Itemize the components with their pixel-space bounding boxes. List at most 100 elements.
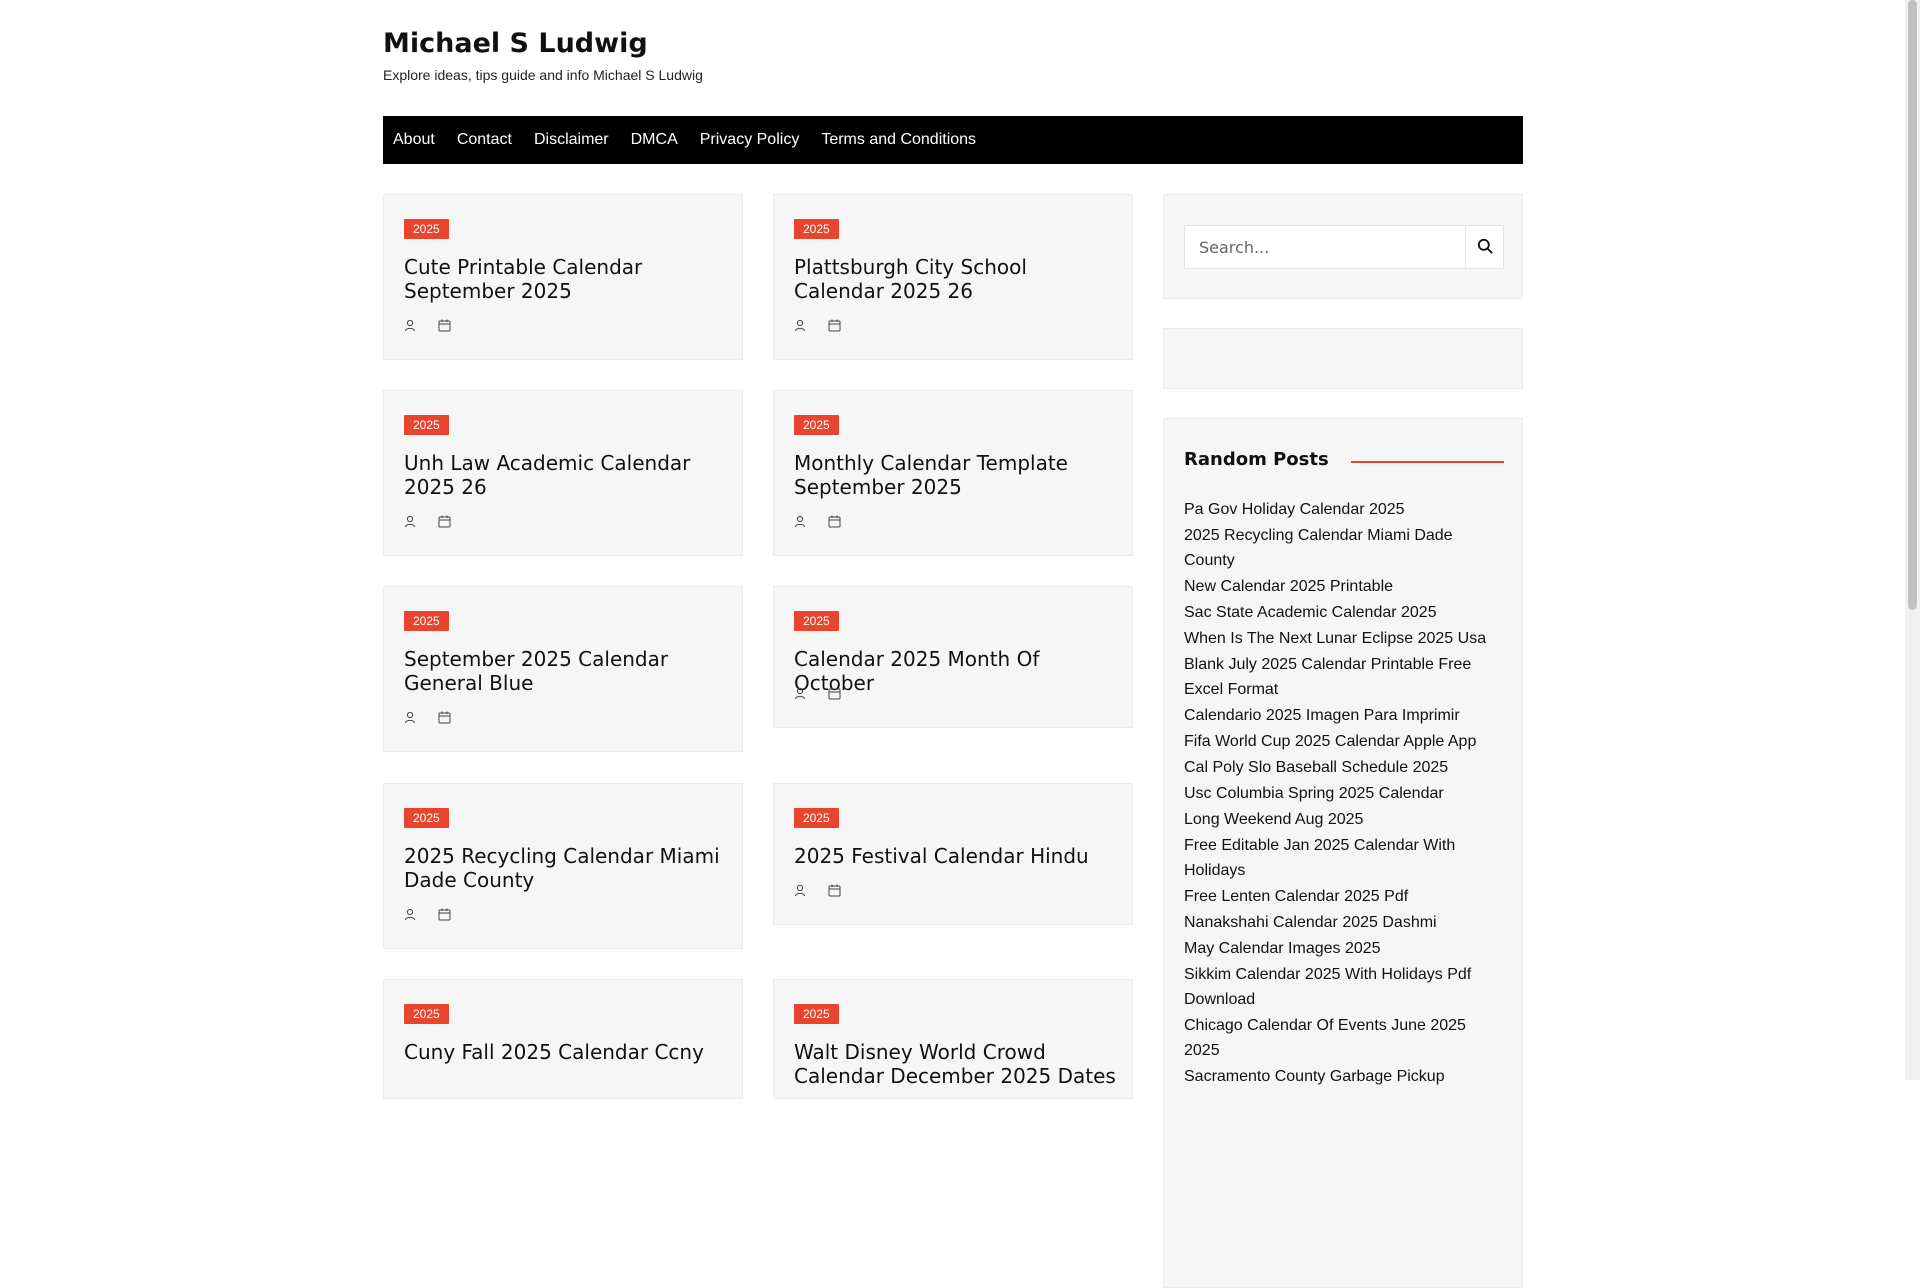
category-tag[interactable]: 2025 — [794, 611, 839, 631]
random-post-link[interactable]: Pa Gov Holiday Calendar 2025 — [1184, 501, 1405, 518]
list-item: Usc Columbia Spring 2025 Calendar — [1184, 781, 1504, 806]
widget-title: Random Posts — [1184, 449, 1329, 470]
list-item: Pa Gov Holiday Calendar 2025 — [1184, 497, 1504, 522]
category-tag[interactable]: 2025 — [404, 415, 449, 435]
random-post-link[interactable]: Sikkim Calendar 2025 With Holidays Pdf D… — [1184, 966, 1471, 1008]
post-title[interactable]: Plattsburgh City School Calendar 2025 26 — [794, 255, 1116, 303]
post-title[interactable]: Unh Law Academic Calendar 2025 26 — [404, 451, 726, 499]
calendar-icon — [438, 515, 451, 528]
user-icon — [794, 515, 806, 528]
random-post-link[interactable]: Fifa World Cup 2025 Calendar Apple App — [1184, 733, 1476, 750]
post-title[interactable]: September 2025 Calendar General Blue — [404, 647, 726, 695]
post-card: 2025 Walt Disney World Crowd Calendar De… — [773, 979, 1133, 1099]
post-title[interactable]: Cuny Fall 2025 Calendar Ccny — [404, 1040, 726, 1064]
list-item: Free Editable Jan 2025 Calendar With Hol… — [1184, 833, 1504, 883]
list-item: When Is The Next Lunar Eclipse 2025 Usa — [1184, 626, 1504, 651]
user-icon — [794, 319, 806, 332]
random-post-link[interactable]: Sacramento County Garbage Pickup — [1184, 1068, 1445, 1085]
calendar-icon — [828, 687, 841, 700]
random-post-link[interactable]: Long Weekend Aug 2025 — [1184, 811, 1363, 828]
search-button[interactable] — [1465, 226, 1503, 268]
nav-dmca[interactable]: DMCA — [621, 131, 690, 149]
search-form — [1184, 225, 1504, 269]
nav-contact[interactable]: Contact — [447, 131, 524, 149]
widget-header: Random Posts — [1184, 449, 1504, 470]
search-input[interactable] — [1185, 226, 1465, 268]
post-card: 2025 Plattsburgh City School Calendar 20… — [773, 194, 1133, 360]
post-title[interactable]: 2025 Recycling Calendar Miami Dade Count… — [404, 844, 726, 892]
empty-widget — [1163, 328, 1523, 389]
calendar-icon — [438, 711, 451, 724]
random-post-link[interactable]: 2025 Recycling Calendar Miami Dade Count… — [1184, 527, 1453, 569]
list-item: Calendario 2025 Imagen Para Imprimir — [1184, 703, 1504, 728]
calendar-icon — [828, 515, 841, 528]
list-item: 2025 Recycling Calendar Miami Dade Count… — [1184, 523, 1504, 573]
post-card: 2025 2025 Recycling Calendar Miami Dade … — [383, 783, 743, 949]
site-description: Explore ideas, tips guide and info Micha… — [383, 67, 703, 83]
post-title[interactable]: Cute Printable Calendar September 2025 — [404, 255, 726, 303]
random-post-link[interactable]: Sac State Academic Calendar 2025 — [1184, 604, 1437, 621]
calendar-icon — [438, 319, 451, 332]
category-tag[interactable]: 2025 — [794, 219, 839, 239]
post-card: 2025 Unh Law Academic Calendar 2025 26 — [383, 390, 743, 556]
category-tag[interactable]: 2025 — [404, 219, 449, 239]
category-tag[interactable]: 2025 — [794, 415, 839, 435]
list-item: Blank July 2025 Calendar Printable Free … — [1184, 652, 1504, 702]
nav-privacy-policy[interactable]: Privacy Policy — [690, 131, 812, 149]
list-item: New Calendar 2025 Printable — [1184, 574, 1504, 599]
site-title[interactable]: Michael S Ludwig — [383, 28, 648, 59]
post-card: 2025 Cute Printable Calendar September 2… — [383, 194, 743, 360]
random-post-link[interactable]: Cal Poly Slo Baseball Schedule 2025 — [1184, 759, 1448, 776]
search-widget — [1163, 194, 1523, 299]
random-post-link[interactable]: Chicago Calendar Of Events June 2025 202… — [1184, 1017, 1466, 1059]
user-icon — [404, 515, 416, 528]
random-posts-list: Pa Gov Holiday Calendar 2025 2025 Recycl… — [1184, 497, 1504, 1090]
nav-terms-and-conditions[interactable]: Terms and Conditions — [811, 131, 988, 149]
post-title[interactable]: 2025 Festival Calendar Hindu — [794, 844, 1116, 868]
random-post-link[interactable]: New Calendar 2025 Printable — [1184, 578, 1393, 595]
scrollbar[interactable] — [1905, 0, 1920, 1080]
post-card: 2025 Cuny Fall 2025 Calendar Ccny — [383, 979, 743, 1099]
nav-disclaimer[interactable]: Disclaimer — [524, 131, 621, 149]
post-meta — [404, 908, 451, 921]
list-item: May Calendar Images 2025 — [1184, 936, 1504, 961]
main-nav: About Contact Disclaimer DMCA Privacy Po… — [383, 116, 1523, 164]
random-post-link[interactable]: Blank July 2025 Calendar Printable Free … — [1184, 656, 1471, 698]
post-title[interactable]: Monthly Calendar Template September 2025 — [794, 451, 1116, 499]
title-divider — [1350, 460, 1504, 463]
list-item: Cal Poly Slo Baseball Schedule 2025 — [1184, 755, 1504, 780]
category-tag[interactable]: 2025 — [404, 611, 449, 631]
post-meta — [794, 884, 841, 897]
category-tag[interactable]: 2025 — [794, 1004, 839, 1024]
category-tag[interactable]: 2025 — [404, 1004, 449, 1024]
post-card: 2025 September 2025 Calendar General Blu… — [383, 586, 743, 752]
user-icon — [404, 711, 416, 724]
random-post-link[interactable]: Free Lenten Calendar 2025 Pdf — [1184, 888, 1408, 905]
random-post-link[interactable]: Usc Columbia Spring 2025 Calendar — [1184, 785, 1444, 802]
user-icon — [404, 908, 416, 921]
post-meta — [404, 711, 451, 724]
post-card: 2025 Monthly Calendar Template September… — [773, 390, 1133, 556]
random-post-link[interactable]: Calendario 2025 Imagen Para Imprimir — [1184, 707, 1460, 724]
random-post-link[interactable]: May Calendar Images 2025 — [1184, 940, 1381, 957]
category-tag[interactable]: 2025 — [794, 808, 839, 828]
search-icon — [1477, 238, 1493, 257]
category-tag[interactable]: 2025 — [404, 808, 449, 828]
post-card: 2025 Calendar 2025 Month Of October — [773, 586, 1133, 728]
nav-about[interactable]: About — [383, 131, 447, 149]
post-meta — [794, 319, 841, 332]
scrollbar-thumb[interactable] — [1908, 0, 1917, 610]
post-title[interactable]: Calendar 2025 Month Of October — [794, 647, 1116, 695]
list-item: Free Lenten Calendar 2025 Pdf — [1184, 884, 1504, 909]
random-post-link[interactable]: When Is The Next Lunar Eclipse 2025 Usa — [1184, 630, 1486, 647]
calendar-icon — [828, 884, 841, 897]
random-post-link[interactable]: Free Editable Jan 2025 Calendar With Hol… — [1184, 837, 1455, 879]
post-meta — [404, 515, 451, 528]
post-meta — [794, 687, 841, 700]
random-post-link[interactable]: Nanakshahi Calendar 2025 Dashmi — [1184, 914, 1437, 931]
list-item: Sac State Academic Calendar 2025 — [1184, 600, 1504, 625]
post-meta — [404, 319, 451, 332]
list-item: Chicago Calendar Of Events June 2025 202… — [1184, 1013, 1504, 1063]
post-title[interactable]: Walt Disney World Crowd Calendar Decembe… — [794, 1040, 1116, 1088]
post-card: 2025 2025 Festival Calendar Hindu — [773, 783, 1133, 925]
